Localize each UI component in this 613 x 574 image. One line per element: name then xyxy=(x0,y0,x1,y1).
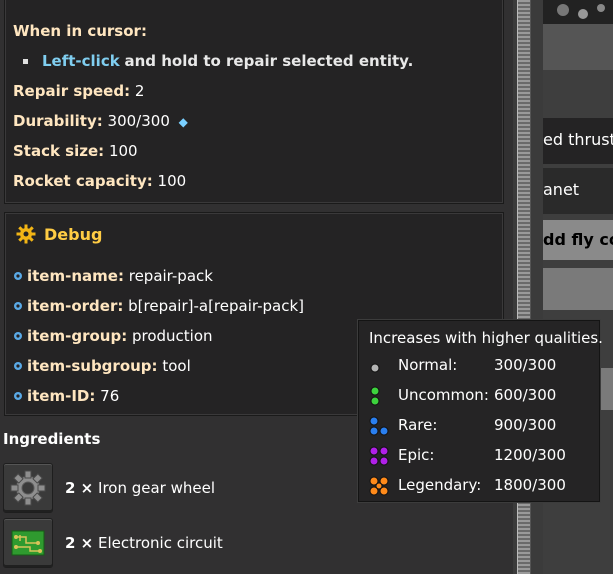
cog-icon xyxy=(14,272,22,280)
entity-preview-icon xyxy=(543,0,613,24)
stat-value: 2 xyxy=(134,82,145,100)
right-button-2[interactable] xyxy=(543,268,613,310)
debug-title-text: Debug xyxy=(44,224,103,244)
quality-row: Epic: 1200/300 xyxy=(369,444,599,468)
quality-epic-icon xyxy=(369,446,389,466)
preview-image xyxy=(543,0,613,24)
stat-value: 300/300 xyxy=(107,112,170,130)
cog-icon xyxy=(14,392,22,400)
debug-row: item-subgroup: tool xyxy=(13,357,191,375)
quality-name: Rare: xyxy=(398,416,438,434)
grid-slot[interactable] xyxy=(543,24,613,70)
cog-icon xyxy=(14,302,22,310)
quality-row: Normal: 300/300 xyxy=(369,354,599,378)
stat-label: Rocket capacity: xyxy=(13,172,153,190)
debug-row: item-group: production xyxy=(13,327,213,345)
quality-row: Legendary: 1800/300 xyxy=(369,474,599,498)
stat-label: Repair speed: xyxy=(13,82,131,100)
quality-value: 1800/300 xyxy=(494,476,566,494)
quality-value: 900/300 xyxy=(494,416,557,434)
right-row-1[interactable]: ed thrust xyxy=(543,118,613,164)
ingredient-slot[interactable] xyxy=(3,518,53,568)
debug-label: item-order: xyxy=(27,297,124,315)
ingredients-title: Ingredients xyxy=(3,430,101,448)
left-click-hint: Left-click xyxy=(42,52,120,70)
stat-stack-size: Stack size: 100 xyxy=(13,142,138,160)
quality-name: Legendary: xyxy=(398,476,482,494)
ingredient-count: 2 × xyxy=(65,479,94,497)
quality-name: Uncommon: xyxy=(398,386,489,404)
gear-icon xyxy=(16,224,36,244)
right-text-1: ed thrust xyxy=(543,130,613,149)
quality-diamond-icon[interactable]: ◆ xyxy=(179,115,188,129)
cursor-title: When in cursor: xyxy=(13,22,147,40)
cursor-section-title: When in cursor: xyxy=(13,22,147,40)
iron-gear-wheel-icon xyxy=(10,470,46,506)
debug-value: production xyxy=(131,327,213,345)
ingredient-label: 2 × Electronic circuit xyxy=(65,534,223,552)
quality-tooltip: Increases with higher qualities. Normal:… xyxy=(358,320,603,502)
quality-tooltip-title: Increases with higher qualities. xyxy=(369,329,603,347)
cursor-action: Left-click and hold to repair selected e… xyxy=(42,52,413,70)
quality-uncommon-icon xyxy=(370,386,380,406)
debug-label: item-group: xyxy=(27,327,128,345)
debug-label: item-subgroup: xyxy=(27,357,158,375)
debug-title: Debug xyxy=(16,224,102,244)
action-description: and hold to repair selected entity. xyxy=(124,52,414,70)
stat-rocket-capacity: Rocket capacity: 100 xyxy=(13,172,186,190)
bullet-icon xyxy=(23,59,28,64)
stat-durability[interactable]: Durability: 300/300 ◆ xyxy=(13,112,188,130)
ingredient-name: Electronic circuit xyxy=(98,534,223,552)
right-button-label: dd fly co xyxy=(543,230,613,249)
quality-rare-icon xyxy=(369,416,389,436)
quality-legendary-icon xyxy=(369,476,389,496)
debug-label: item-name: xyxy=(27,267,124,285)
ingredient-count: 2 × xyxy=(65,534,94,552)
stat-value: 100 xyxy=(108,142,138,160)
quality-name: Normal: xyxy=(398,356,458,374)
debug-value: b[repair]-a[repair-pack] xyxy=(128,297,305,315)
quality-row: Rare: 900/300 xyxy=(369,414,599,438)
cog-icon xyxy=(14,332,22,340)
ingredient-slot[interactable] xyxy=(3,463,53,513)
ingredient-row[interactable]: 2 × Electronic circuit xyxy=(3,518,223,568)
right-row-2[interactable]: anet xyxy=(543,168,613,214)
quality-value: 1200/300 xyxy=(494,446,566,464)
debug-value: tool xyxy=(162,357,191,375)
debug-row: item-ID: 76 xyxy=(13,387,119,405)
right-button[interactable]: dd fly co xyxy=(543,220,613,260)
cog-icon xyxy=(14,362,22,370)
debug-row: item-name: repair-pack xyxy=(13,267,213,285)
debug-row: item-order: b[repair]-a[repair-pack] xyxy=(13,297,304,315)
stat-value: 100 xyxy=(157,172,187,190)
quality-row: Uncommon: 600/300 xyxy=(369,384,599,408)
ingredient-label: 2 × Iron gear wheel xyxy=(65,479,215,497)
quality-value: 300/300 xyxy=(494,356,557,374)
quality-name: Epic: xyxy=(398,446,435,464)
debug-value: 76 xyxy=(100,387,120,405)
quality-normal-icon xyxy=(370,363,380,373)
stat-label: Durability: xyxy=(13,112,103,130)
stat-repair-speed: Repair speed: 2 xyxy=(13,82,144,100)
electronic-circuit-icon xyxy=(11,530,45,556)
ingredient-name: Iron gear wheel xyxy=(98,479,216,497)
right-text-2: anet xyxy=(543,180,580,199)
debug-value: repair-pack xyxy=(128,267,213,285)
stat-label: Stack size: xyxy=(13,142,105,160)
debug-label: item-ID: xyxy=(27,387,96,405)
quality-value: 600/300 xyxy=(494,386,557,404)
ingredient-row[interactable]: 2 × Iron gear wheel xyxy=(3,463,215,513)
